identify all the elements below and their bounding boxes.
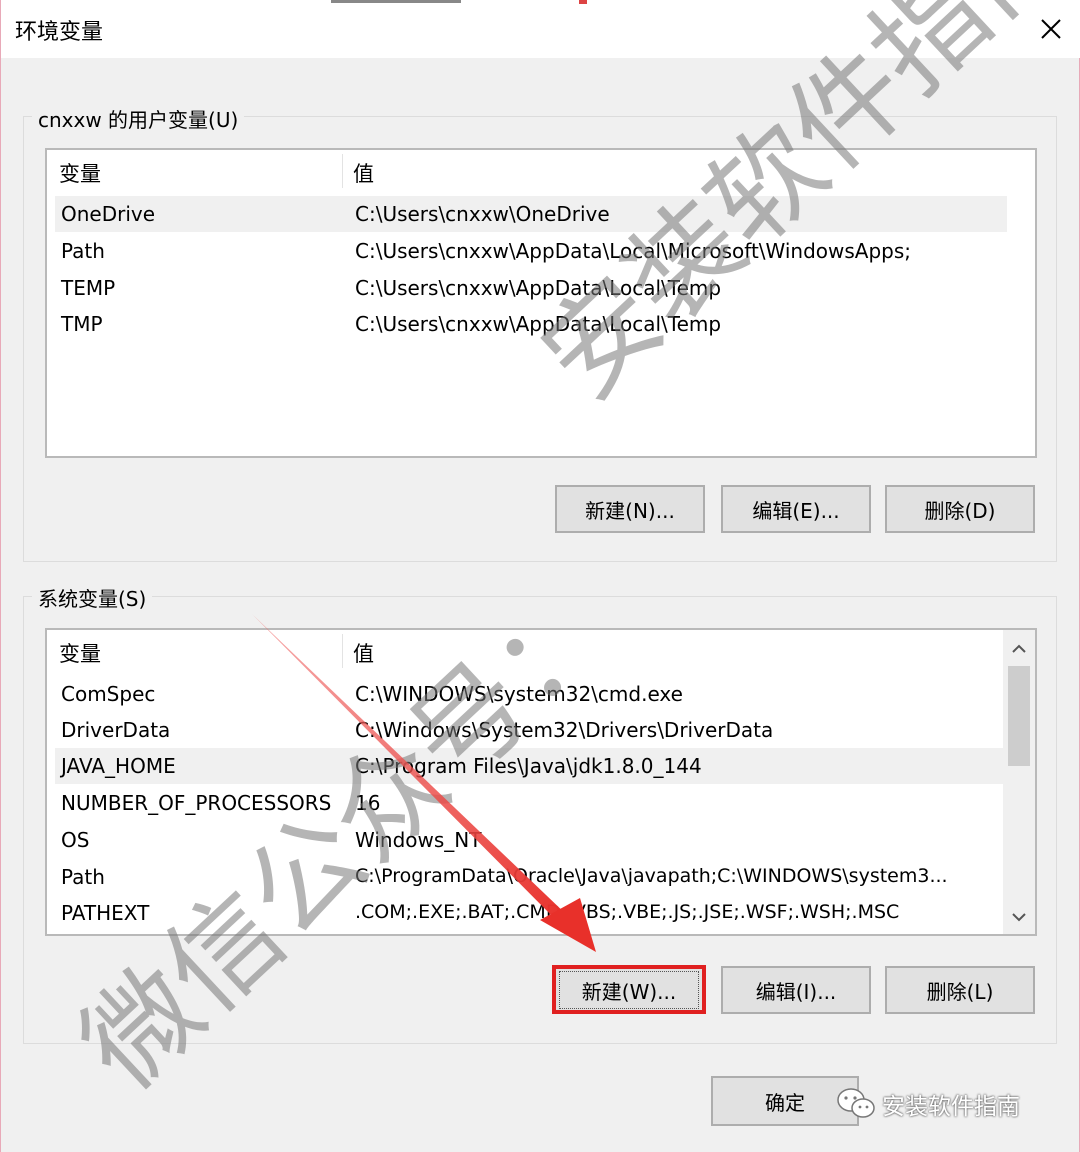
- variable-value: Windows_NT: [355, 828, 482, 852]
- variable-value: C:\Users\cnxxw\OneDrive: [355, 202, 610, 226]
- window-title: 环境变量: [15, 20, 104, 45]
- close-icon: [1041, 19, 1061, 39]
- list-item[interactable]: OneDrive C:\Users\cnxxw\OneDrive: [55, 196, 1007, 232]
- variable-name: TMP: [61, 312, 103, 336]
- column-header-value[interactable]: 值: [353, 638, 374, 668]
- variable-value: C:\Windows\System32\Drivers\DriverData: [355, 718, 774, 742]
- variable-value: C:\Users\cnxxw\AppData\Local\Temp: [355, 312, 722, 336]
- list-item[interactable]: OS Windows_NT: [55, 822, 1005, 858]
- variable-name: Path: [61, 239, 105, 263]
- system-edit-button[interactable]: 编辑(I)...: [721, 966, 871, 1014]
- user-variables-legend: cnxxw 的用户变量(U): [32, 104, 245, 133]
- variable-name: OneDrive: [61, 202, 156, 226]
- variable-value: C:\ProgramData\Oracle\Java\javapath;C:\W…: [355, 865, 948, 887]
- system-list-header: 变量 值: [47, 630, 1035, 672]
- user-delete-button[interactable]: 删除(D): [885, 485, 1035, 533]
- scroll-thumb[interactable]: [1008, 666, 1030, 766]
- list-item[interactable]: Path C:\Users\cnxxw\AppData\Local\Micros…: [55, 233, 1007, 269]
- environment-variables-dialog: 环境变量 cnxxw 的用户变量(U) 变量 值 OneDrive C:\Use…: [0, 0, 1080, 1152]
- column-header-value[interactable]: 值: [353, 158, 374, 188]
- title-bar: 环境变量: [1, 0, 1080, 58]
- variable-name: PATHEXT: [61, 901, 150, 925]
- chevron-down-icon: [1012, 913, 1026, 922]
- badge-label: 安装软件指南: [882, 1094, 1020, 1120]
- variable-value: .COM;.EXE;.BAT;.CMD;.VBS;.VBE;.JS;.JSE;.…: [355, 901, 900, 923]
- variable-name: DriverData: [61, 718, 171, 742]
- variable-name: NUMBER_OF_PROCESSORS: [61, 791, 332, 815]
- user-variables-list[interactable]: 变量 值 OneDrive C:\Users\cnxxw\OneDrive Pa…: [45, 148, 1037, 458]
- variable-name: Path: [61, 865, 105, 889]
- system-new-button[interactable]: 新建(W)...: [554, 966, 704, 1014]
- column-header-name[interactable]: 变量: [59, 158, 101, 188]
- user-edit-button[interactable]: 编辑(E)...: [721, 485, 871, 533]
- close-button[interactable]: [1021, 0, 1080, 58]
- list-item[interactable]: TMP C:\Users\cnxxw\AppData\Local\Temp: [55, 306, 1007, 342]
- vertical-scrollbar[interactable]: [1003, 630, 1035, 934]
- list-item[interactable]: DriverData C:\Windows\System32\Drivers\D…: [55, 712, 1005, 748]
- user-new-button[interactable]: 新建(N)...: [555, 485, 705, 533]
- scroll-up-button[interactable]: [1003, 634, 1035, 664]
- variable-value: C:\Program Files\Java\jdk1.8.0_144: [355, 754, 702, 778]
- user-list-header: 变量 值: [47, 150, 1035, 192]
- column-separator: [342, 154, 343, 188]
- column-header-name[interactable]: 变量: [59, 638, 101, 668]
- variable-name: ComSpec: [61, 682, 156, 706]
- list-item[interactable]: JAVA_HOME C:\Program Files\Java\jdk1.8.0…: [55, 748, 1005, 784]
- list-item[interactable]: ComSpec C:\WINDOWS\system32\cmd.exe: [55, 676, 1005, 712]
- column-separator: [342, 634, 343, 668]
- chevron-up-icon: [1012, 644, 1026, 653]
- variable-value: C:\Users\cnxxw\AppData\Local\Microsoft\W…: [355, 239, 912, 263]
- list-item[interactable]: TEMP C:\Users\cnxxw\AppData\Local\Temp: [55, 270, 1007, 306]
- variable-name: OS: [61, 828, 90, 852]
- system-delete-button[interactable]: 删除(L): [885, 966, 1035, 1014]
- list-item[interactable]: Path C:\ProgramData\Oracle\Java\javapath…: [55, 859, 1005, 895]
- variable-value: C:\Users\cnxxw\AppData\Local\Temp: [355, 276, 722, 300]
- list-item[interactable]: PATHEXT .COM;.EXE;.BAT;.CMD;.VBS;.VBE;.J…: [55, 895, 1005, 931]
- variable-name: JAVA_HOME: [61, 754, 176, 778]
- variable-value: 16: [355, 791, 381, 815]
- scroll-down-button[interactable]: [1003, 902, 1035, 932]
- top-edge-marker: [579, 0, 587, 4]
- system-variables-list[interactable]: 变量 值 ComSpec C:\WINDOWS\system32\cmd.exe…: [45, 628, 1037, 936]
- variable-value: C:\WINDOWS\system32\cmd.exe: [355, 682, 683, 706]
- system-variables-legend: 系统变量(S): [32, 583, 153, 612]
- variable-name: TEMP: [61, 276, 116, 300]
- wechat-badge: 安装软件指南: [836, 1080, 1020, 1128]
- top-edge-artifact: [331, 0, 461, 3]
- wechat-icon: [837, 1088, 875, 1118]
- list-item[interactable]: NUMBER_OF_PROCESSORS 16: [55, 785, 1005, 821]
